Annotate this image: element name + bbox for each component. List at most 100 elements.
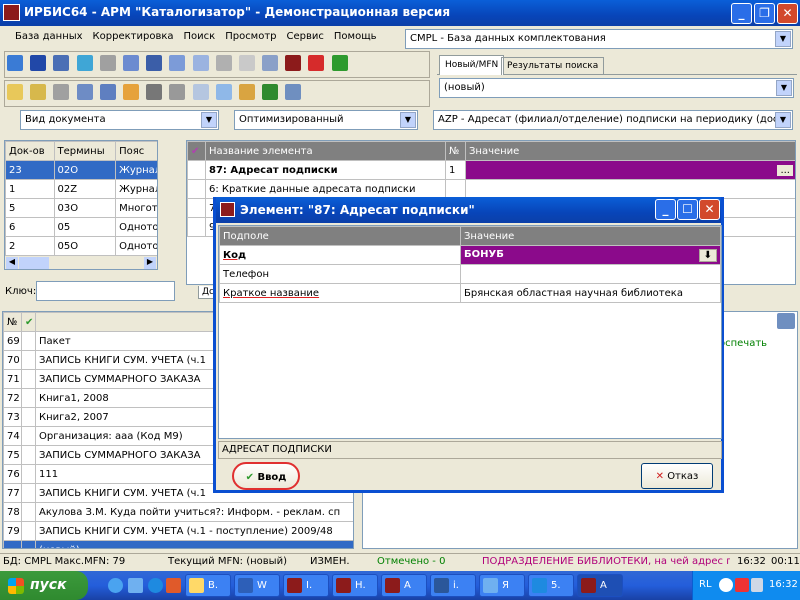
minimize-button[interactable]: _: [655, 199, 676, 220]
task-button[interactable]: В.: [185, 574, 231, 597]
excel-icon[interactable]: [262, 84, 279, 100]
filter-icon[interactable]: [53, 84, 70, 100]
task-button-active[interactable]: А: [577, 574, 623, 597]
view-select[interactable]: Вид документа ▼: [20, 110, 219, 130]
subfield-value-input[interactable]: БОНУБ ⬇: [460, 245, 721, 265]
save-icon[interactable]: [30, 55, 47, 71]
column-header[interactable]: Значение: [465, 141, 795, 161]
scroll-right-icon[interactable]: ▶: [144, 257, 156, 269]
menu-edit[interactable]: Корректировка: [88, 27, 179, 46]
column-header[interactable]: №: [3, 312, 22, 332]
subfield-value[interactable]: Брянская областная научная библиотека: [460, 283, 721, 303]
language-indicator[interactable]: RL: [699, 579, 712, 590]
column-header[interactable]: Название элемента: [205, 141, 446, 161]
maximize-button[interactable]: ☐: [677, 199, 698, 220]
task-button[interactable]: i.: [430, 574, 476, 597]
search-icon[interactable]: [7, 84, 23, 100]
field-select[interactable]: AZP - Адресат (филиал/отделение) подписк…: [433, 110, 793, 130]
panel-splitter[interactable]: [159, 140, 175, 270]
delete-icon[interactable]: [215, 55, 232, 71]
task-button[interactable]: А: [381, 574, 427, 597]
task-button[interactable]: 5.: [528, 574, 574, 597]
column-header[interactable]: Пояс: [115, 141, 157, 161]
arrow-down-icon[interactable]: [331, 55, 348, 71]
start-button[interactable]: пуск: [0, 571, 88, 600]
menu-view[interactable]: Просмотр: [220, 27, 281, 46]
table-row[interactable]: 102ZЖурнал и: [5, 179, 157, 199]
column-header[interactable]: Значение: [460, 226, 721, 246]
close-button[interactable]: ✕: [699, 199, 720, 220]
table-row[interactable]: 605Однотомн: [5, 217, 157, 237]
back-icon[interactable]: [76, 55, 93, 71]
menu-help[interactable]: Помощь: [329, 27, 382, 46]
undo-icon[interactable]: [53, 55, 70, 71]
menu-database[interactable]: База данных: [10, 27, 88, 46]
chat-icon[interactable]: [76, 84, 93, 100]
mode-select[interactable]: Оптимизированный ▼: [234, 110, 418, 130]
irbis-icon[interactable]: [285, 55, 302, 71]
ok-button[interactable]: ✔ Ввод: [232, 462, 300, 490]
search2-icon[interactable]: [30, 84, 47, 100]
media-icon[interactable]: [166, 578, 181, 593]
antivirus-icon[interactable]: [735, 578, 749, 592]
menu-service[interactable]: Сервис: [282, 27, 329, 46]
column-header[interactable]: Подполе: [219, 226, 461, 246]
record-select[interactable]: (новый) ▼: [439, 78, 794, 98]
minimize-button[interactable]: _: [731, 3, 752, 24]
magic-icon[interactable]: [122, 84, 139, 100]
menu-search[interactable]: Поиск: [179, 27, 221, 46]
list-item[interactable]: 78 Акулова З.М. Куда пойти учиться?: Инфо…: [3, 502, 353, 522]
dropdown-arrow-icon[interactable]: ⬇: [698, 248, 717, 262]
restore-button[interactable]: ❐: [754, 3, 775, 24]
subfield-value[interactable]: [460, 264, 721, 284]
volume-icon[interactable]: [751, 578, 763, 592]
value-cell[interactable]: ...: [465, 160, 795, 180]
forward-icon[interactable]: [99, 55, 116, 71]
settings-icon[interactable]: [285, 84, 302, 100]
cancel-button[interactable]: ✕ Отказ: [641, 463, 713, 489]
table-row[interactable]: 503OМноготом: [5, 198, 157, 218]
column-header[interactable]: Термины: [53, 141, 117, 161]
scroll-left-icon[interactable]: ◀: [6, 257, 18, 269]
list-icon[interactable]: [99, 84, 116, 100]
table-row[interactable]: Код БОНУБ ⬇: [219, 245, 721, 265]
column-header[interactable]: Док-ов: [5, 141, 55, 161]
task-button[interactable]: I.: [283, 574, 329, 597]
doc-icon[interactable]: [238, 55, 255, 71]
value-cell[interactable]: [465, 179, 795, 199]
task-button[interactable]: W: [234, 574, 280, 597]
task-button[interactable]: Я: [479, 574, 525, 597]
list-item[interactable]: 79 ЗАПИСЬ КНИГИ СУМ. УЧЕТА (ч.1 - поступл…: [3, 521, 353, 541]
help-icon[interactable]: [719, 578, 733, 592]
close-button[interactable]: ✕: [777, 3, 798, 24]
table-row[interactable]: Телефон: [219, 264, 721, 284]
explorer-icon[interactable]: [128, 578, 143, 593]
z-icon[interactable]: [308, 55, 325, 71]
import-icon[interactable]: [215, 84, 232, 100]
key-input[interactable]: [36, 281, 175, 301]
tree-icon[interactable]: [169, 55, 186, 71]
edit-icon[interactable]: [192, 55, 209, 71]
ie-icon[interactable]: [108, 578, 123, 593]
scroll-thumb[interactable]: [19, 257, 49, 269]
print-icon[interactable]: [146, 84, 163, 100]
table-row[interactable]: 87: Адресат подписки 1 ...: [187, 160, 795, 180]
table-row[interactable]: Краткое название Брянская областная научн…: [219, 283, 721, 303]
ellipsis-button[interactable]: ...: [777, 164, 793, 176]
folder-icon[interactable]: [238, 84, 255, 100]
export-icon[interactable]: [192, 84, 209, 100]
copy-icon[interactable]: [122, 55, 139, 71]
table-row[interactable]: 2302OЖурнал о: [5, 160, 157, 180]
horizontal-scrollbar[interactable]: ◀ ▶: [5, 255, 157, 269]
printer-icon[interactable]: [169, 84, 186, 100]
new-icon[interactable]: [7, 55, 23, 71]
table-row[interactable]: 205OОднотомн: [5, 236, 157, 256]
task-button[interactable]: Н.: [332, 574, 378, 597]
tab-search-results[interactable]: Результаты поиска: [501, 57, 605, 75]
tab-new-mfn[interactable]: Новый/MFN: [439, 55, 505, 75]
column-header[interactable]: №: [445, 141, 466, 161]
database-select[interactable]: CMPL - База данных комплектования ▼: [405, 29, 793, 49]
browser-icon[interactable]: [148, 578, 163, 593]
table-row[interactable]: 6: Краткие данные адресата подписки: [187, 179, 795, 199]
grid-icon[interactable]: [146, 55, 163, 71]
